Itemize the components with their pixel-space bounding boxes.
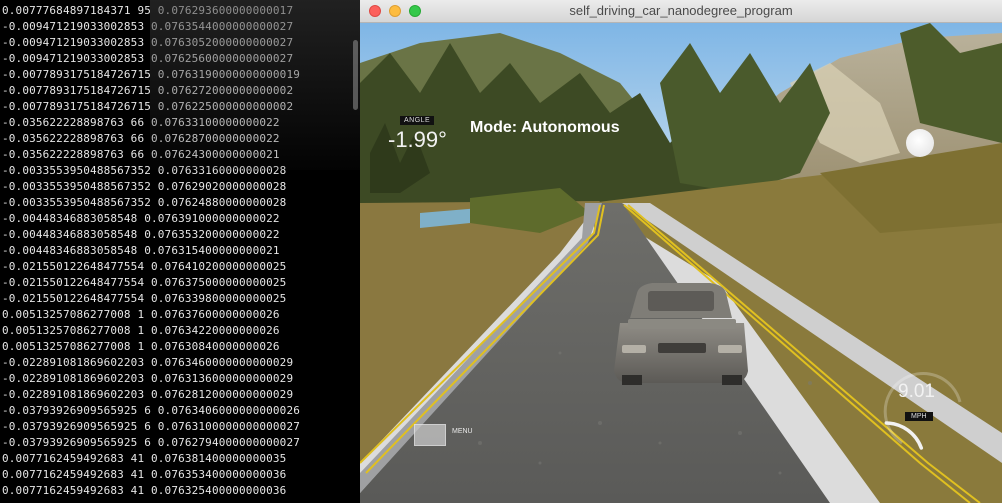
steering-angle-value: -1.99°: [388, 127, 447, 152]
angle-label: ANGLE: [400, 116, 435, 125]
terminal-pane[interactable]: 0.00777684897184371 95 0.076293600000000…: [0, 0, 360, 503]
terminal-line: -0.03793926909565925 6 0.076310000000000…: [2, 420, 300, 433]
terminal-line: -0.009471219033002853 0.0762560000000000…: [2, 52, 294, 65]
terminal-line: -0.035622228898763 66 0.0762870000000002…: [2, 132, 280, 145]
menu-button[interactable]: [414, 424, 446, 446]
driving-mode-text: Mode: Autonomous: [470, 119, 620, 136]
terminal-line: -0.00448346883058548 0.07631540000000002…: [2, 244, 280, 257]
terminal-line: -0.021550122648477554 0.0763398000000000…: [2, 292, 287, 305]
terminal-line: -0.0077893175184726715 0.076225000000000…: [2, 100, 294, 113]
speedometer-gauge: [883, 371, 962, 450]
window-title: self_driving_car_nanodegree_program: [569, 3, 793, 18]
terminal-line: -0.035622228898763 66 0.0763310000000002…: [2, 116, 280, 129]
terminal-line: 0.0077162459492683 41 0.0763534000000000…: [2, 468, 287, 481]
terminal-line: -0.0077893175184726715 0.076272000000000…: [2, 84, 294, 97]
terminal-line: -0.022891081869602203 0.0763136000000000…: [2, 372, 294, 385]
terminal-line: -0.021550122648477554 0.0764102000000000…: [2, 260, 287, 273]
terminal-line: 0.0077162459492683 41 0.0763814000000000…: [2, 452, 287, 465]
terminal-scrollbar[interactable]: [353, 40, 358, 110]
window-titlebar[interactable]: self_driving_car_nanodegree_program: [360, 0, 1002, 23]
terminal-line: 0.00777684897184371 95 0.076293600000000…: [2, 4, 294, 17]
record-button[interactable]: [906, 129, 934, 157]
terminal-line: -0.0033553950488567352 0.076290200000000…: [2, 180, 287, 193]
terminal-line: -0.009471219033002853 0.0763052000000000…: [2, 36, 294, 49]
terminal-line: 0.00513257086277008 1 0.0763760000000002…: [2, 308, 280, 321]
simulator-viewport[interactable]: ANGLE -1.99° Mode: Autonomous 9.01 MPH M…: [360, 23, 1002, 503]
speedometer-fill: [884, 421, 924, 450]
terminal-line: -0.03793926909565925 6 0.076279400000000…: [2, 436, 300, 449]
terminal-line: -0.0077893175184726715 0.076319000000000…: [2, 68, 300, 81]
terminal-line: -0.021550122648477554 0.0763750000000000…: [2, 276, 287, 289]
terminal-output: 0.00777684897184371 95 0.076293600000000…: [2, 3, 300, 499]
terminal-line: -0.0033553950488567352 0.076331600000000…: [2, 164, 287, 177]
menu-label: MENU: [452, 428, 473, 435]
speed-value: 9.01: [898, 381, 935, 402]
terminal-line: -0.022891081869602203 0.0762812000000000…: [2, 388, 294, 401]
simulator-window[interactable]: self_driving_car_nanodegree_program ANGL…: [360, 0, 1002, 503]
terminal-line: 0.00513257086277008 1 0.0763084000000002…: [2, 340, 280, 353]
terminal-line: -0.009471219033002853 0.0763544000000000…: [2, 20, 294, 33]
terminal-line: -0.0033553950488567352 0.076248800000000…: [2, 196, 287, 209]
terminal-line: 0.00513257086277008 1 0.0763422000000002…: [2, 324, 280, 337]
speed-unit-label: MPH: [905, 412, 933, 421]
terminal-line: -0.022891081869602203 0.0763460000000000…: [2, 356, 294, 369]
terminal-line: -0.00448346883058548 0.07635320000000002…: [2, 228, 280, 241]
terminal-line: -0.03793926909565925 6 0.076340600000000…: [2, 404, 300, 417]
terminal-line: 0.0077162459492683 41 0.0763254000000000…: [2, 484, 287, 497]
terminal-line: -0.00448346883058548 0.07639100000000002…: [2, 212, 280, 225]
terminal-line: -0.035622228898763 66 0.0762430000000002…: [2, 148, 280, 161]
